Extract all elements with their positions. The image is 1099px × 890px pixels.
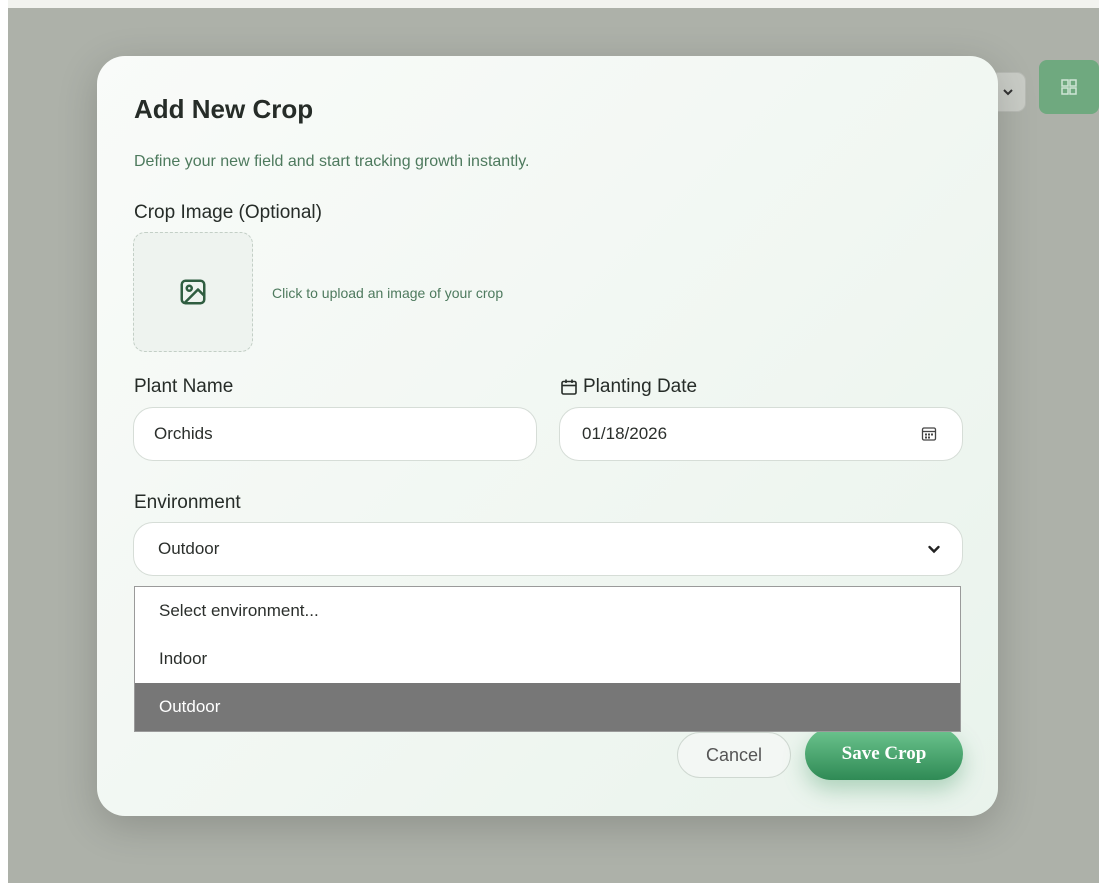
environment-option-outdoor[interactable]: Outdoor: [135, 683, 960, 731]
plant-name-label: Plant Name: [134, 376, 234, 397]
planting-date-value: 01/18/2026: [582, 424, 668, 443]
upload-hint: Click to upload an image of your crop: [272, 285, 504, 301]
crop-image-label: Crop Image (Optional): [134, 202, 322, 223]
calendar-icon: [561, 379, 577, 395]
planting-date-label: Planting Date: [583, 376, 698, 397]
environment-option-indoor[interactable]: Indoor: [135, 635, 960, 683]
modal-title: Add New Crop: [134, 94, 314, 124]
environment-value: Outdoor: [158, 539, 220, 558]
plant-name-input[interactable]: Orchids: [133, 407, 537, 461]
environment-select[interactable]: Outdoor: [133, 522, 963, 576]
add-crop-modal: Add New Crop Define your new field and s…: [97, 56, 998, 816]
planting-date-label-row: Planting Date: [560, 376, 697, 398]
planting-date-input[interactable]: 01/18/2026: [559, 407, 963, 461]
chevron-down-icon: [1003, 89, 1013, 96]
environment-dropdown-list: Select environment... Indoor Outdoor: [134, 586, 961, 732]
image-icon: [180, 279, 206, 305]
grid-icon: [1061, 79, 1077, 95]
calendar-picker-icon[interactable]: [920, 425, 938, 443]
cancel-button[interactable]: Cancel: [677, 732, 791, 778]
image-upload-dropzone[interactable]: [133, 232, 253, 352]
environment-label: Environment: [134, 492, 241, 513]
grid-view-button[interactable]: [1039, 60, 1099, 114]
chevron-down-icon: [928, 545, 940, 554]
environment-option-placeholder[interactable]: Select environment...: [135, 587, 960, 635]
page-topline: [8, 0, 1099, 8]
plant-name-value: Orchids: [154, 424, 213, 443]
save-crop-button[interactable]: Save Crop: [805, 728, 963, 780]
modal-subtitle: Define your new field and start tracking…: [134, 153, 530, 170]
